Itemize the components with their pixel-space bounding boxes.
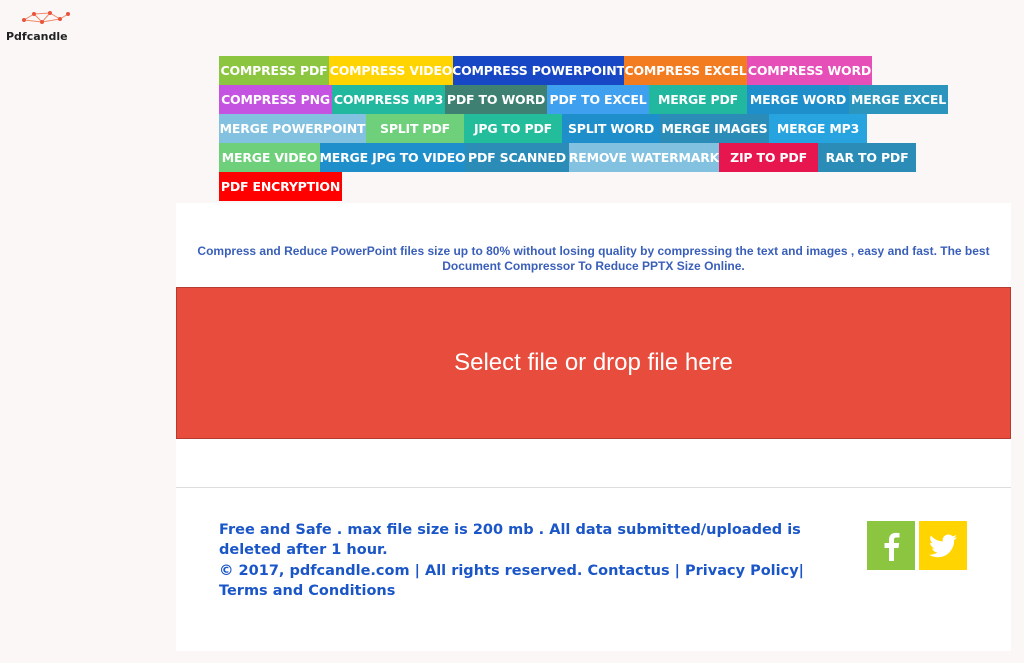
link-separator: |	[798, 563, 804, 579]
tool-button-pdf-scanned[interactable]: PDF SCANNED	[465, 143, 569, 172]
tool-button-rar-to-pdf[interactable]: RAR TO PDF	[818, 143, 916, 172]
tool-button-merge-powerpoint[interactable]: MERGE POWERPOINT	[219, 114, 366, 143]
privacy-policy-link[interactable]: Privacy Policy	[685, 563, 799, 579]
tool-button-pdf-to-word[interactable]: PDF TO WORD	[445, 85, 547, 114]
tool-button-pdf-encryption[interactable]: PDF ENCRYPTION	[219, 172, 342, 201]
tool-button-merge-images[interactable]: MERGE IMAGES	[660, 114, 769, 143]
tool-button-merge-video[interactable]: MERGE VIDEO	[219, 143, 320, 172]
tool-button-compress-video[interactable]: COMPRESS VIDEO	[329, 56, 453, 85]
tool-button-zip-to-pdf[interactable]: ZIP TO PDF	[719, 143, 818, 172]
tool-button-compress-pdf[interactable]: COMPRESS PDF	[219, 56, 329, 85]
twitter-icon	[929, 533, 957, 557]
link-separator: |	[669, 563, 685, 579]
tool-button-compress-word[interactable]: COMPRESS WORD	[747, 56, 872, 85]
logo-network-icon	[22, 11, 70, 24]
tool-button-merge-excel[interactable]: MERGE EXCEL	[849, 85, 948, 114]
tool-button-split-pdf[interactable]: SPLIT PDF	[366, 114, 464, 143]
tool-row: PDF ENCRYPTION	[219, 172, 959, 201]
tool-button-split-word[interactable]: SPLIT WORD	[562, 114, 660, 143]
tool-button-remove-watermark[interactable]: REMOVE WATERMARK	[569, 143, 719, 172]
tool-button-compress-png[interactable]: COMPRESS PNG	[219, 85, 332, 114]
tool-button-merge-pdf[interactable]: MERGE PDF	[649, 85, 747, 114]
copyright-text: © 2017, pdfcandle.com | All rights reser…	[219, 563, 583, 579]
tool-description: Compress and Reduce PowerPoint files siz…	[197, 244, 990, 273]
tool-row: MERGE VIDEO MERGE JPG TO VIDEO PDF SCANNED…	[219, 143, 959, 172]
logo-text: Pdfcandle	[6, 30, 68, 43]
main-panel: Compress and Reduce PowerPoint files siz…	[176, 203, 1011, 651]
tool-row: COMPRESS PDF COMPRESS VIDEO COMPRESS POWER…	[219, 56, 959, 85]
tool-button-compress-mp3[interactable]: COMPRESS MP3	[332, 85, 445, 114]
footer-links: © 2017, pdfcandle.com | All rights reser…	[219, 562, 839, 601]
tool-button-compress-excel[interactable]: COMPRESS EXCEL	[624, 56, 747, 85]
tool-button-compress-powerpoint[interactable]: COMPRESS POWERPOINT	[452, 56, 625, 85]
facebook-icon	[884, 532, 900, 561]
tool-menu: COMPRESS PDF COMPRESS VIDEO COMPRESS POWER…	[219, 56, 959, 201]
footer-info: Free and Safe . max file size is 200 mb …	[219, 521, 839, 601]
tool-button-pdf-to-excel[interactable]: PDF TO EXCEL	[547, 85, 649, 114]
divider	[176, 487, 1011, 488]
tool-button-merge-word[interactable]: MERGE WORD	[747, 85, 849, 114]
pdfcandle-logo[interactable]: Pdfcandle	[6, 10, 86, 44]
terms-link[interactable]: Terms and Conditions	[219, 583, 395, 599]
tool-button-merge-mp3[interactable]: MERGE MP3	[769, 114, 867, 143]
tool-row: MERGE POWERPOINT SPLIT PDF JPG TO PDF SPLIT…	[219, 114, 959, 143]
file-drop-zone[interactable]: Select file or drop file here	[176, 287, 1011, 439]
tool-button-jpg-to-pdf[interactable]: JPG TO PDF	[464, 114, 562, 143]
drop-zone-label: Select file or drop file here	[454, 349, 733, 376]
tool-button-merge-jpg-to-video[interactable]: MERGE JPG TO VIDEO	[320, 143, 466, 172]
footer-notice: Free and Safe . max file size is 200 mb …	[219, 522, 801, 558]
facebook-button[interactable]	[867, 521, 915, 570]
contact-link[interactable]: Contactus	[587, 563, 669, 579]
tool-row: COMPRESS PNG COMPRESS MP3 PDF TO WORD PDF T…	[219, 85, 959, 114]
twitter-button[interactable]	[919, 521, 967, 570]
